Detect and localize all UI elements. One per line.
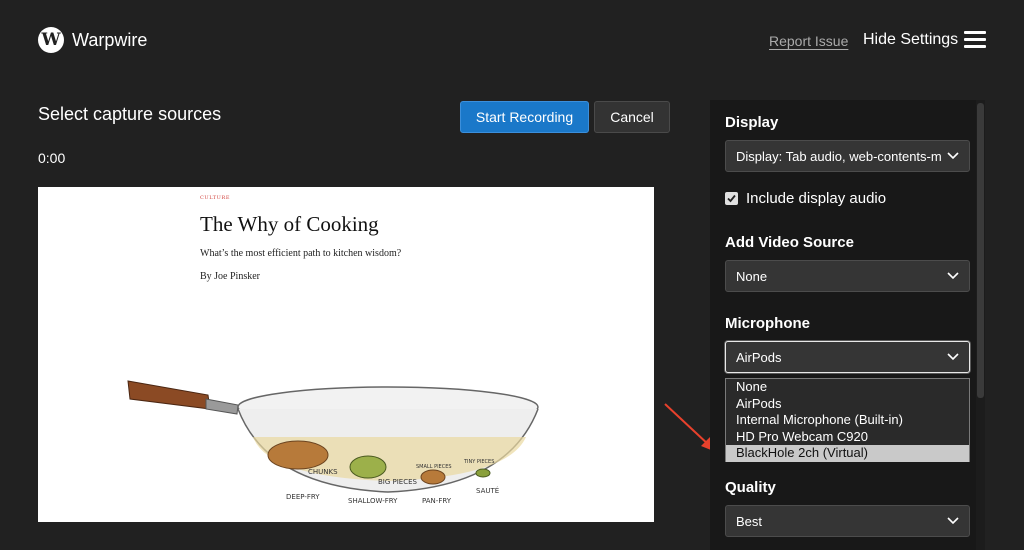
- microphone-option-webcam[interactable]: HD Pro Webcam C920: [726, 429, 969, 446]
- chevron-down-icon: [947, 353, 959, 361]
- display-label: Display: [725, 114, 779, 131]
- microphone-option-airpods[interactable]: AirPods: [726, 396, 969, 413]
- label-small-pieces: SMALL PIECES: [416, 464, 452, 470]
- quality-select-value: Best: [736, 513, 763, 529]
- warpwire-logo-icon: W: [38, 27, 64, 53]
- chevron-down-icon: [947, 272, 959, 280]
- microphone-select-value: AirPods: [736, 349, 782, 365]
- quality-label: Quality: [725, 479, 776, 496]
- page-title: Select capture sources: [38, 104, 222, 124]
- chevron-down-icon: [947, 517, 959, 525]
- settings-scrollbar-thumb[interactable]: [977, 103, 984, 398]
- video-source-select[interactable]: None: [725, 260, 970, 292]
- display-select-value: Display: Tab audio, web-contents-media-s…: [736, 148, 941, 164]
- app-name: Warpwire: [72, 29, 148, 50]
- report-issue-link[interactable]: Report Issue: [769, 33, 848, 49]
- recording-timer: 0:00: [38, 150, 66, 166]
- capture-preview: CULTURE The Why of Cooking What’s the mo…: [38, 187, 654, 522]
- start-recording-button[interactable]: Start Recording: [460, 101, 589, 133]
- warpwire-logo[interactable]: W Warpwire: [38, 27, 147, 53]
- microphone-options-list: None AirPods Internal Microphone (Built-…: [725, 378, 970, 462]
- label-chunks: CHUNKS: [308, 468, 338, 476]
- frying-pan-illustration: CHUNKS BIG PIECES SMALL PIECES TINY PIEC…: [127, 380, 539, 505]
- hide-settings-button[interactable]: Hide Settings: [863, 31, 958, 49]
- hamburger-menu-icon[interactable]: [964, 31, 986, 48]
- include-display-audio-row[interactable]: Include display audio: [725, 190, 886, 207]
- label-deep-fry: DEEP-FRY: [286, 493, 320, 501]
- label-tiny-pieces: TINY PIECES: [463, 459, 494, 465]
- checkmark-icon: [727, 194, 736, 203]
- include-display-audio-checkbox[interactable]: [725, 192, 738, 205]
- microphone-select[interactable]: AirPods: [725, 341, 970, 373]
- include-display-audio-label: Include display audio: [746, 190, 887, 207]
- microphone-option-none[interactable]: None: [726, 379, 969, 396]
- label-pan-fry: PAN-FRY: [422, 497, 452, 505]
- cancel-button[interactable]: Cancel: [594, 101, 670, 133]
- quality-select[interactable]: Best: [725, 505, 970, 537]
- label-big-pieces: BIG PIECES: [378, 478, 418, 486]
- label-shallow-fry: SHALLOW-FRY: [348, 497, 398, 505]
- microphone-option-blackhole[interactable]: BlackHole 2ch (Virtual): [726, 445, 969, 462]
- microphone-option-internal[interactable]: Internal Microphone (Built-in): [726, 412, 969, 429]
- microphone-label: Microphone: [725, 315, 810, 332]
- display-select[interactable]: Display: Tab audio, web-contents-media-s…: [725, 140, 970, 172]
- label-saute: SAUTÉ: [476, 486, 499, 495]
- video-source-label: Add Video Source: [725, 234, 854, 251]
- video-source-select-value: None: [736, 268, 768, 284]
- chevron-down-icon: [947, 152, 959, 160]
